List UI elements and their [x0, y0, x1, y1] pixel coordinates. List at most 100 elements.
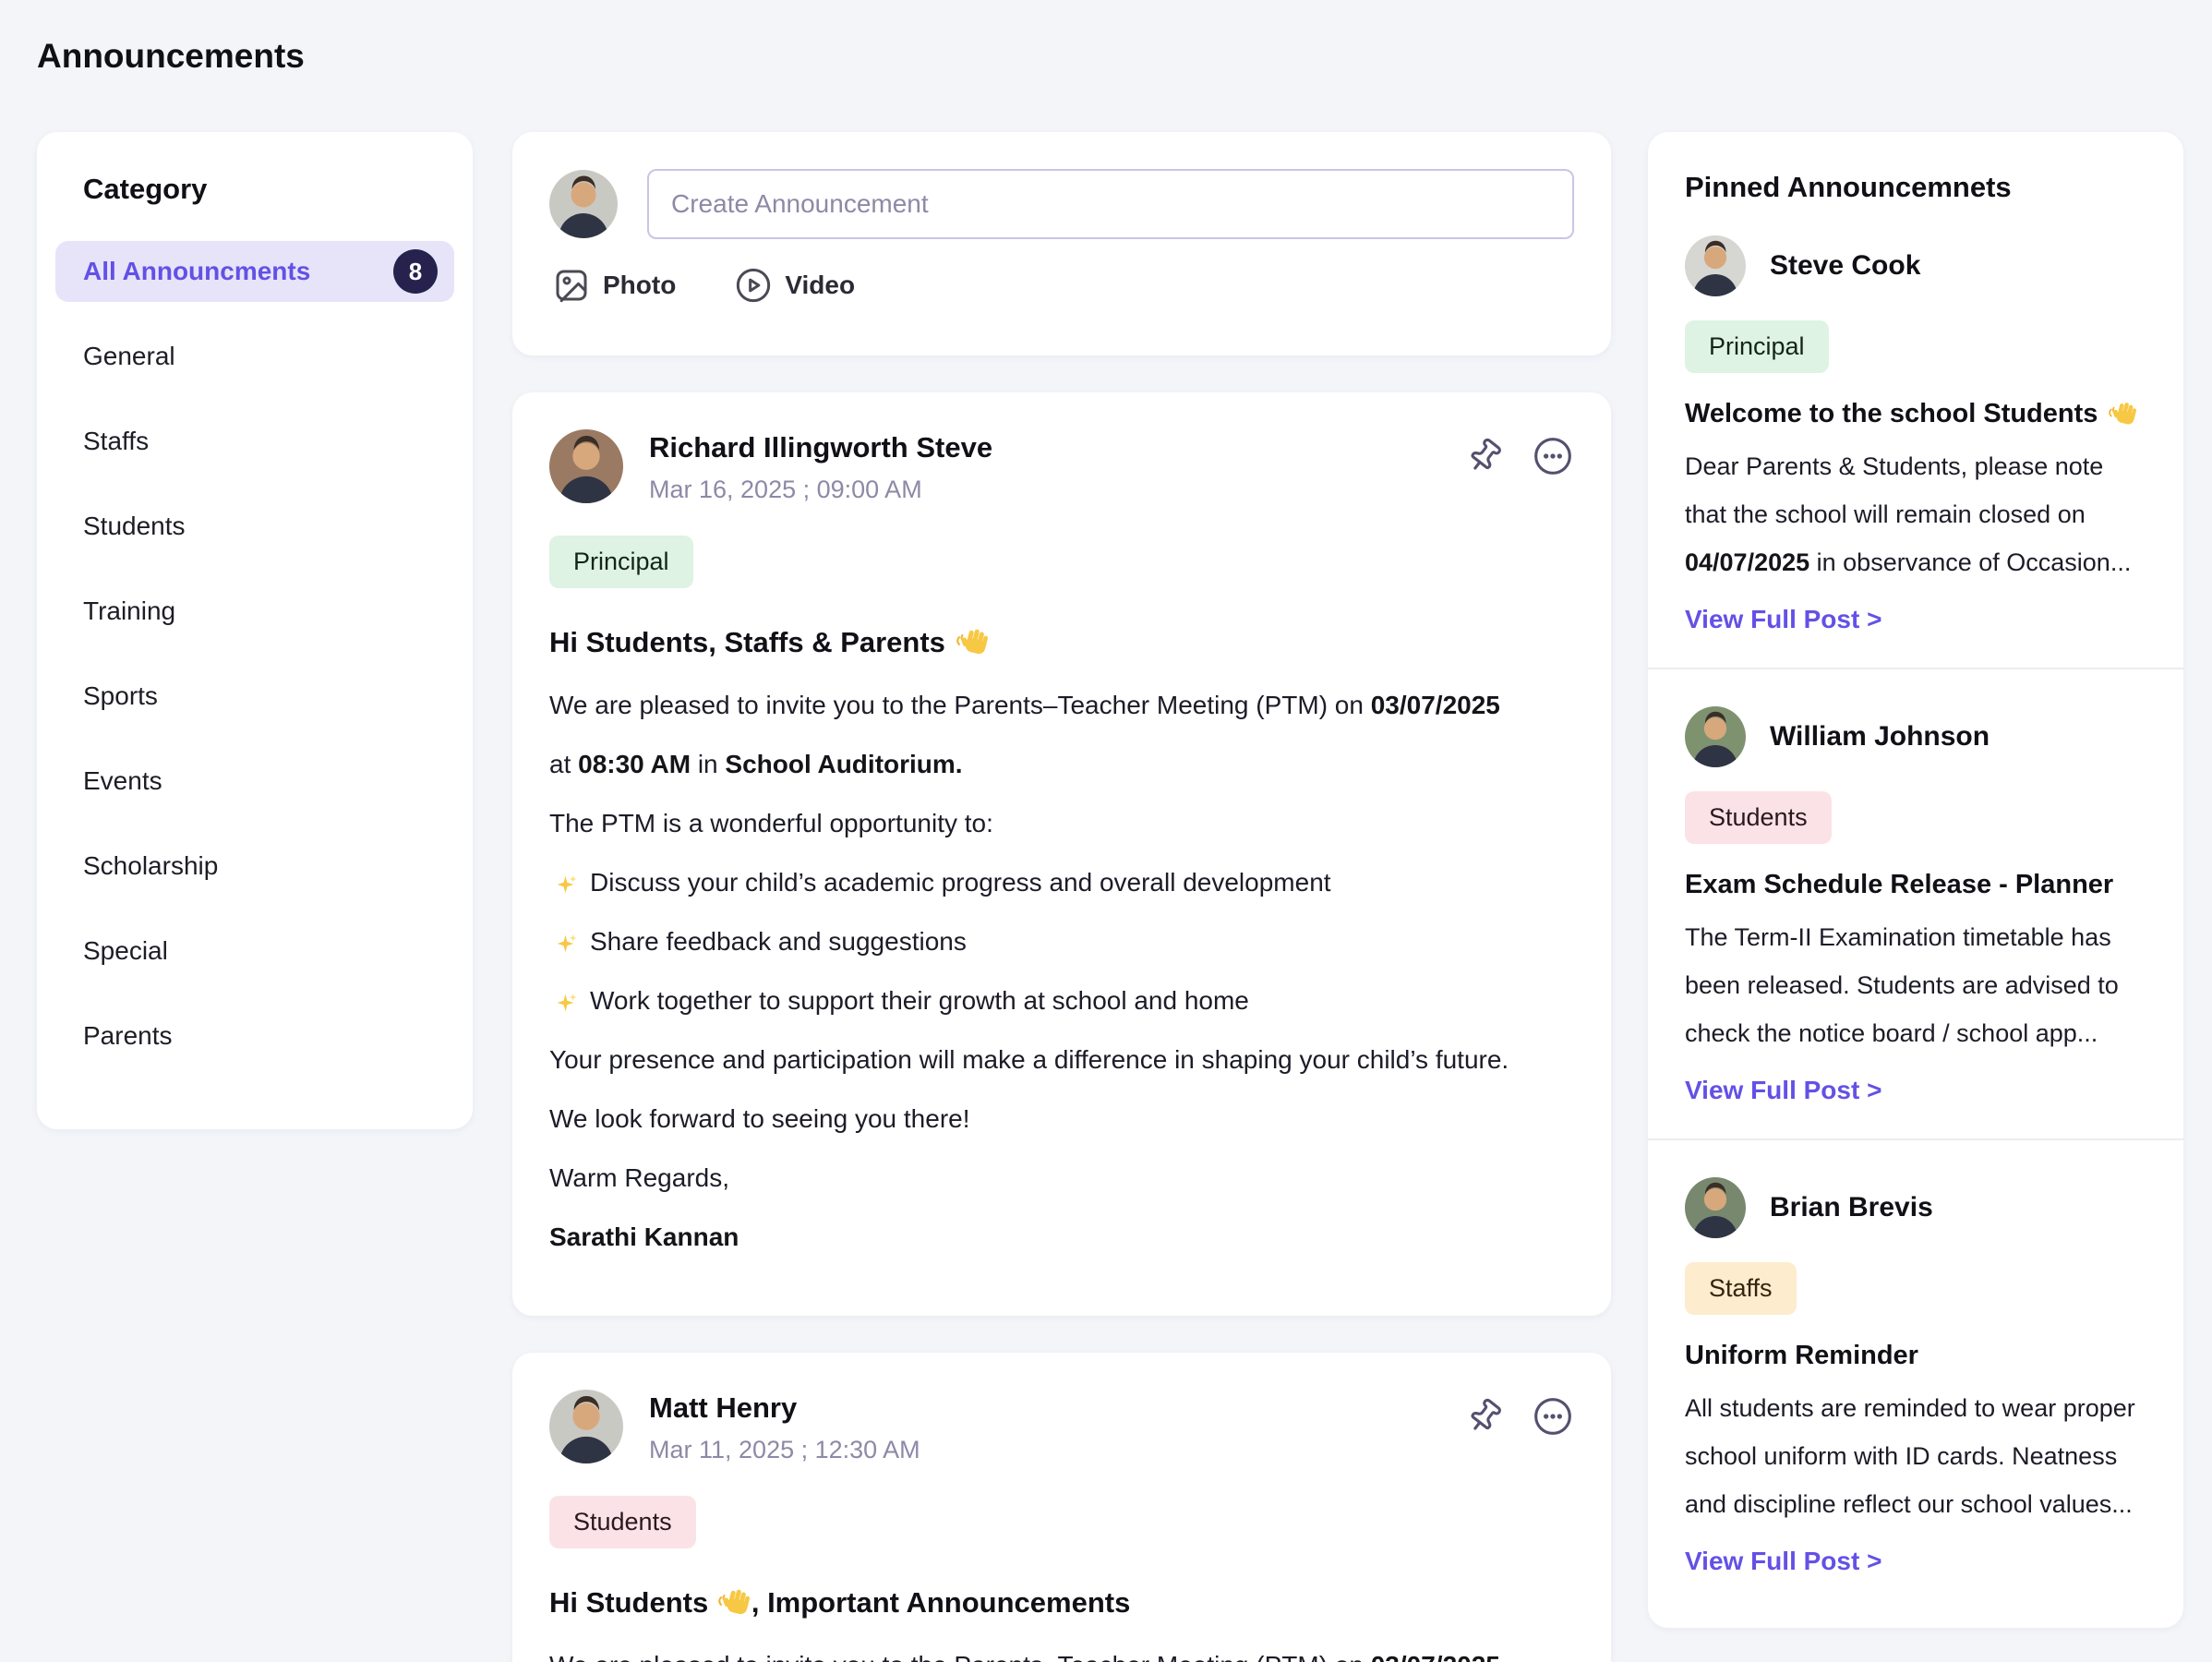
category-panel: Category All Announcments 8 General Staf…	[37, 132, 473, 1129]
video-icon	[735, 267, 772, 304]
sidebar-item-staffs[interactable]: Staffs	[55, 411, 454, 472]
sidebar-item-general[interactable]: General	[55, 326, 454, 387]
author-name: Steve Cook	[1770, 250, 1920, 282]
category-badge: Principal	[549, 536, 693, 588]
body-line: We look forward to seeing you there!	[549, 1090, 1574, 1149]
body-line: Share feedback and suggestions	[549, 912, 1574, 971]
post-date: Mar 11, 2025 ; 12:30 AM	[649, 1436, 920, 1464]
body-line: that the school will remain closed on	[1685, 490, 2146, 538]
sidebar-item-students[interactable]: Students	[55, 496, 454, 557]
page-title: Announcements	[37, 37, 305, 76]
sparkles-emoji	[555, 874, 577, 895]
body-line: Warm Regards,	[549, 1149, 1574, 1208]
pin-icon	[1464, 1396, 1505, 1437]
create-announcement-input[interactable]	[647, 169, 1574, 239]
body-line: check the notice board / school app...	[1685, 1009, 2146, 1057]
more-options-button[interactable]	[1532, 435, 1574, 477]
pin-icon	[1464, 436, 1505, 476]
photo-button-label: Photo	[603, 271, 676, 300]
divider	[1648, 668, 2183, 669]
create-announcement-card: Photo Video	[512, 132, 1611, 355]
category-badge: Staffs	[1685, 1262, 1797, 1315]
category-heading: Category	[83, 173, 454, 206]
more-options-icon	[1533, 1396, 1573, 1437]
author-avatar	[549, 429, 623, 503]
sidebar-item-label: All Announcments	[83, 257, 310, 286]
author-avatar	[1685, 706, 1746, 767]
wave-emoji	[2107, 399, 2138, 427]
pin-button[interactable]	[1463, 435, 1506, 477]
announcement-post: Matt Henry Mar 11, 2025 ; 12:30 AM Stude…	[512, 1353, 1611, 1662]
sparkles-emoji	[555, 993, 577, 1013]
sidebar-item-training[interactable]: Training	[55, 581, 454, 642]
sidebar-item-label: Training	[83, 596, 175, 626]
pinned-post: Steve Cook Principal Welcome to the scho…	[1685, 235, 2146, 634]
body-line: All students are reminded to wear proper	[1685, 1384, 2146, 1432]
pinned-title: Pinned Announcemnets	[1685, 171, 2146, 204]
sidebar-item-special[interactable]: Special	[55, 921, 454, 982]
body-line: We are pleased to invite you to the Pare…	[549, 676, 1574, 735]
current-user-avatar	[549, 170, 618, 238]
sidebar-item-all-announcements[interactable]: All Announcments 8	[55, 241, 454, 302]
body-line: The Term-II Examination timetable has	[1685, 913, 2146, 961]
photo-button[interactable]: Photo	[553, 267, 676, 304]
category-badge: Students	[549, 1496, 696, 1548]
category-list: All Announcments 8 General Staffs Studen…	[55, 241, 454, 1066]
body-line: been released. Students are advised to	[1685, 961, 2146, 1009]
video-button[interactable]: Video	[735, 267, 855, 304]
body-line: school uniform with ID cards. Neatness	[1685, 1432, 2146, 1480]
author-avatar	[1685, 1177, 1746, 1238]
body-line: Sarathi Kannan	[549, 1208, 1574, 1267]
author-name: Richard Illingworth Steve	[649, 431, 992, 464]
wave-emoji	[716, 1585, 751, 1617]
pinned-announcements-panel: Pinned Announcemnets Steve Cook Principa…	[1648, 132, 2183, 1628]
author-name: William Johnson	[1770, 721, 1990, 753]
post-heading: Hi Students , Important Announcements	[549, 1585, 1574, 1620]
post-date: Mar 16, 2025 ; 09:00 AM	[649, 476, 992, 504]
pin-button[interactable]	[1463, 1395, 1506, 1438]
body-line: Work together to support their growth at…	[549, 971, 1574, 1030]
announcements-page: Announcements Category All Announcments …	[0, 0, 2212, 1662]
view-full-post-link[interactable]: View Full Post >	[1685, 1076, 1881, 1105]
more-options-button[interactable]	[1532, 1395, 1574, 1438]
body-line: and discipline reflect our school values…	[1685, 1480, 2146, 1528]
wave-emoji	[955, 625, 990, 656]
sidebar-item-label: Parents	[83, 1021, 173, 1051]
pinned-post-body: The Term-II Examination timetable has be…	[1685, 913, 2146, 1057]
view-full-post-link[interactable]: View Full Post >	[1685, 605, 1881, 634]
sidebar-item-sports[interactable]: Sports	[55, 666, 454, 727]
body-line: Discuss your child’s academic progress a…	[549, 853, 1574, 912]
body-line: The PTM is a wonderful opportunity to:	[549, 794, 1574, 853]
pinned-post-body: All students are reminded to wear proper…	[1685, 1384, 2146, 1528]
sidebar-item-label: Special	[83, 936, 168, 966]
more-options-icon	[1533, 436, 1573, 476]
sidebar-item-label: Staffs	[83, 427, 149, 456]
category-badge: Students	[1685, 791, 1832, 844]
sidebar-item-scholarship[interactable]: Scholarship	[55, 836, 454, 897]
photo-icon	[553, 267, 590, 304]
body-line: 04/07/2025 in observance of Occasion...	[1685, 538, 2146, 586]
pinned-post-body: Dear Parents & Students, please note tha…	[1685, 442, 2146, 586]
pinned-post-heading: Exam Schedule Release - Planner	[1685, 870, 2146, 900]
author-avatar	[549, 1390, 623, 1463]
sidebar-item-label: Events	[83, 766, 162, 796]
pinned-post-heading: Uniform Reminder	[1685, 1341, 2146, 1371]
divider	[1648, 1138, 2183, 1140]
author-name: Brian Brevis	[1770, 1192, 1933, 1223]
body-line: Your presence and participation will mak…	[549, 1030, 1574, 1090]
category-badge: Principal	[1685, 320, 1829, 373]
sidebar-item-label: General	[83, 342, 175, 371]
author-avatar	[1685, 235, 1746, 296]
pinned-post: Brian Brevis Staffs Uniform Reminder All…	[1685, 1177, 2146, 1576]
post-body: We are pleased to invite you to the Pare…	[549, 1636, 1574, 1662]
body-line: We are pleased to invite you to the Pare…	[549, 1636, 1574, 1662]
pinned-post: William Johnson Students Exam Schedule R…	[1685, 706, 2146, 1105]
announcement-post: Richard Illingworth Steve Mar 16, 2025 ;…	[512, 392, 1611, 1316]
pinned-post-heading: Welcome to the school Students	[1685, 399, 2146, 429]
sidebar-item-label: Sports	[83, 681, 158, 711]
sidebar-item-label: Students	[83, 512, 186, 541]
sidebar-item-parents[interactable]: Parents	[55, 1006, 454, 1066]
sidebar-item-events[interactable]: Events	[55, 751, 454, 812]
view-full-post-link[interactable]: View Full Post >	[1685, 1547, 1881, 1576]
body-line: at 08:30 AM in School Auditorium.	[549, 735, 1574, 794]
